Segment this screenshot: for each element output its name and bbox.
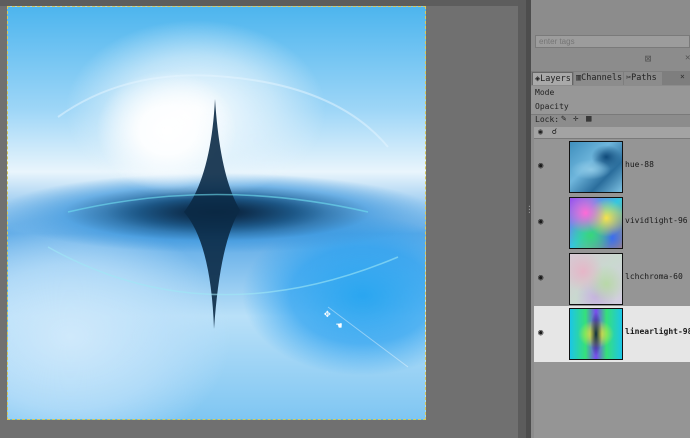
grip-icon[interactable]: · · · (527, 203, 532, 217)
visibility-eye-icon[interactable]: ◉ (538, 217, 543, 227)
opacity-slider[interactable]: Opacity (531, 100, 690, 115)
lock-row: Lock: ✎ ✛ ▦ (531, 114, 690, 126)
checker-icon[interactable]: ▦ (586, 114, 591, 124)
layer-thumbnail (569, 141, 623, 193)
vertical-scrollbar[interactable] (518, 0, 526, 438)
visibility-eye-icon[interactable]: ◉ (538, 161, 543, 171)
layer-thumbnail (569, 308, 623, 360)
tab-channels[interactable]: ▥Channels (574, 72, 623, 85)
layer-thumbnail (569, 253, 623, 305)
layer-name: hue-88 (625, 160, 654, 169)
clear-tags-button[interactable]: ⊠ (641, 52, 655, 65)
opacity-label: Opacity (535, 102, 569, 111)
layer-row[interactable]: ◉ hue-88 (534, 139, 690, 195)
brush-icon[interactable]: ✎ (561, 114, 566, 124)
visibility-eye-icon[interactable]: ◉ (538, 328, 543, 338)
move-icon[interactable]: ✛ (573, 114, 578, 124)
hand-icon: ☚ (336, 321, 343, 332)
layer-name: lchchroma-60 (625, 272, 683, 281)
layer-list-header: ◉ ☌ (534, 127, 690, 139)
tags-input[interactable] (535, 35, 690, 48)
tab-menu-button[interactable]: × (680, 72, 685, 81)
layer-thumbnail (569, 197, 623, 249)
lock-label: Lock: (535, 115, 560, 124)
close-icon: × (680, 72, 685, 81)
x-icon: ⊠ (644, 52, 652, 65)
layer-name: vividlight-96 (625, 216, 688, 225)
visibility-eye-icon[interactable]: ◉ (538, 273, 543, 283)
layer-row-selected[interactable]: ◉ linearlight-98 (534, 306, 690, 362)
mode-selector[interactable]: Mode (531, 86, 690, 101)
move-cursor-icon: ✥ (324, 307, 331, 320)
layer-row[interactable]: ◉ lchchroma-60 (534, 251, 690, 307)
tab-paths[interactable]: ✂Paths (624, 72, 662, 85)
eye-icon: ◉ (538, 127, 543, 136)
chain-icon: ☌ (552, 127, 557, 136)
layer-name: linearlight-98 (625, 327, 690, 336)
x-icon[interactable]: ✕ (685, 52, 690, 65)
tab-layers[interactable]: ◈Layers (532, 72, 573, 85)
mode-label: Mode (535, 88, 555, 97)
image-canvas[interactable]: ✥ ☚ (7, 6, 426, 420)
image-artwork (47, 74, 409, 368)
layer-row[interactable]: ◉ vividlight-96 (534, 195, 690, 251)
